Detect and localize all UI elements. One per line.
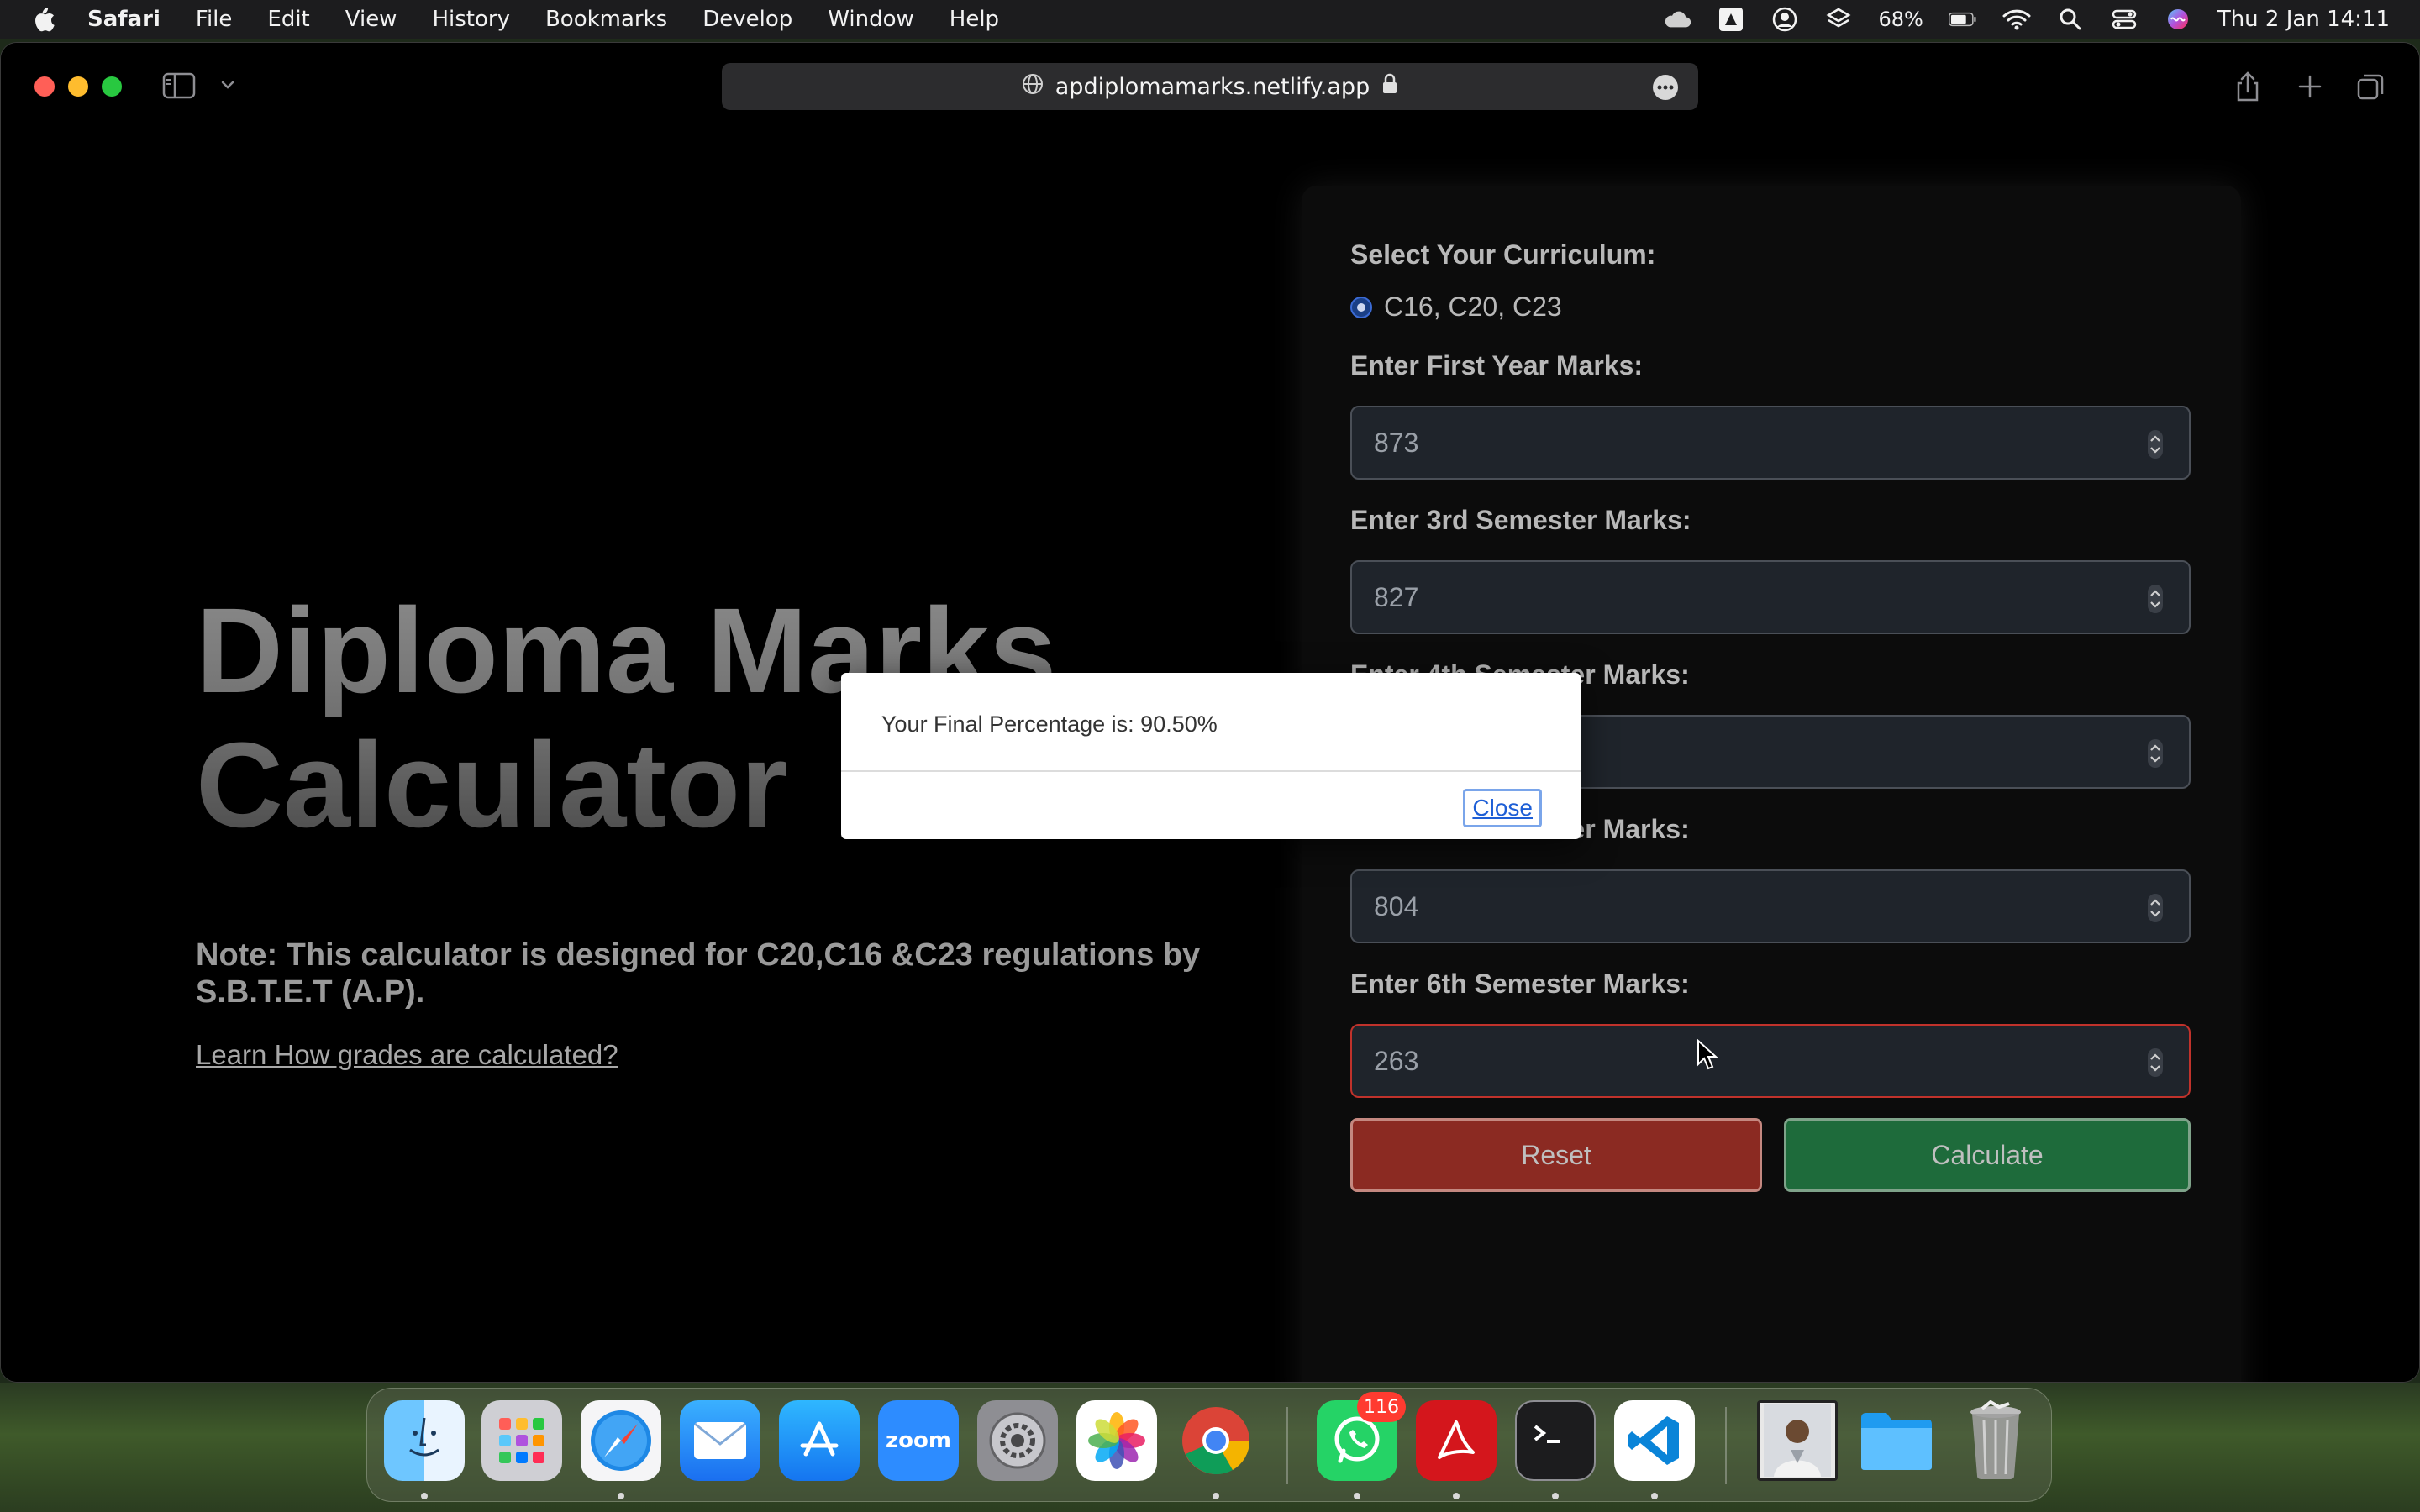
sem5-input[interactable]: 804 [1350,869,2191,943]
running-indicator [1354,1493,1360,1499]
first-year-input[interactable]: 873 [1350,406,2191,480]
safari-icon[interactable] [581,1400,661,1481]
regulation-note: Note: This calculator is designed for C2… [196,937,1201,1010]
app-store-icon[interactable] [779,1400,860,1481]
learn-grades-link[interactable]: Learn How grades are calculated? [196,1039,618,1071]
drive-icon[interactable] [1717,7,1745,32]
zoom-window-button[interactable] [102,76,122,97]
sem6-label: Enter 6th Semester Marks: [1350,969,1690,999]
siri-icon[interactable] [2164,7,2192,32]
sem3-value: 827 [1374,581,1419,612]
calculate-button[interactable]: Calculate [1784,1118,2191,1192]
menu-help[interactable]: Help [950,7,999,32]
running-indicator [1453,1493,1460,1499]
launchpad-icon[interactable] [481,1400,562,1481]
result-dialog: Your Final Percentage is: 90.50% Close [841,673,1581,839]
running-indicator [421,1493,428,1499]
sem3-label: Enter 3rd Semester Marks: [1350,505,1691,535]
safari-window: apdiplomamarks.netlify.app Diploma Marks… [0,42,2420,1383]
chrome-icon[interactable] [1176,1400,1256,1481]
curriculum-option[interactable]: C16, C20, C23 [1350,291,1562,323]
menu-bookmarks[interactable]: Bookmarks [545,7,667,32]
spotlight-search-icon[interactable] [2056,7,2085,32]
minimize-window-button[interactable] [68,76,88,97]
battery-percent: 68% [1878,8,1923,31]
running-indicator [1651,1493,1658,1499]
layers-icon[interactable] [1824,7,1853,32]
sem5-value: 804 [1374,890,1419,921]
curriculum-radio[interactable] [1350,296,1372,318]
stepper-icon[interactable] [2147,893,2164,923]
mail-icon[interactable] [680,1400,760,1481]
sem3-input[interactable]: 827 [1350,560,2191,634]
zoom-label: zoom [886,1428,951,1453]
mouse-cursor-icon [1697,1039,1718,1070]
menu-edit[interactable]: Edit [267,7,309,32]
zoom-icon[interactable]: zoom [878,1400,959,1481]
wifi-icon[interactable] [2002,7,2031,32]
menu-window[interactable]: Window [828,7,914,32]
dock-divider [1286,1407,1288,1484]
share-icon[interactable] [2231,70,2265,103]
first-year-label: Enter First Year Marks: [1350,350,1644,381]
terminal-icon[interactable] [1515,1400,1596,1481]
address-bar[interactable]: apdiplomamarks.netlify.app [722,63,1698,110]
menu-bar: Safari File Edit View History Bookmarks … [0,0,2420,39]
battery-icon[interactable] [1948,7,1977,32]
finder-icon[interactable] [384,1400,465,1481]
acrobat-icon[interactable] [1416,1400,1497,1481]
system-settings-icon[interactable] [977,1400,1058,1481]
trash-icon[interactable] [1955,1400,2036,1481]
folder-icon[interactable] [1856,1400,1937,1481]
sem6-value: 263 [1374,1045,1419,1076]
control-center-icon[interactable] [2110,7,2139,32]
curriculum-label: Select Your Curriculum: [1350,239,1656,270]
url-text[interactable]: apdiplomamarks.netlify.app [1055,74,1370,100]
whatsapp-icon[interactable]: 116 [1317,1392,1406,1481]
result-message: Your Final Percentage is: 90.50% [881,711,1218,737]
dialog-close-button[interactable]: Close [1463,789,1542,827]
globe-icon [1022,73,1044,101]
stepper-icon[interactable] [2147,584,2164,614]
icloud-icon[interactable] [1663,7,1691,32]
lock-icon [1381,73,1398,101]
dialog-divider [841,770,1581,772]
page-menu-icon[interactable] [1653,75,1678,100]
stepper-icon[interactable] [2147,429,2164,459]
stepper-icon[interactable] [2147,1047,2164,1078]
running-indicator [1213,1493,1219,1499]
menu-history[interactable]: History [432,7,510,32]
status-area: 68% Thu 2 Jan 14:11 [1663,0,2390,39]
menu-view[interactable]: View [345,7,397,32]
user-account-icon[interactable] [1770,7,1799,32]
reset-button[interactable]: Reset [1350,1118,1762,1192]
photos-icon[interactable] [1076,1400,1157,1481]
apple-menu-icon[interactable] [30,4,57,34]
first-year-value: 873 [1374,427,1419,458]
dock-divider [1725,1407,1727,1484]
menu-clock[interactable]: Thu 2 Jan 14:11 [2217,7,2390,32]
tab-overview-icon[interactable] [2354,70,2387,103]
chevron-down-icon[interactable] [218,75,238,95]
menu-app-name[interactable]: Safari [87,7,160,32]
sem6-input[interactable]: 263 [1350,1024,2191,1098]
vscode-icon[interactable] [1614,1400,1695,1481]
menu-file[interactable]: File [196,7,233,32]
whatsapp-badge: 116 [1357,1392,1406,1422]
new-tab-icon[interactable] [2293,70,2327,103]
browser-toolbar: apdiplomamarks.netlify.app [1,43,2419,130]
photo-thumbnail-icon[interactable] [1757,1400,1838,1481]
curriculum-option-label[interactable]: C16, C20, C23 [1384,291,1562,323]
running-indicator [1552,1493,1559,1499]
dock: zoom 116 [366,1388,2052,1502]
sidebar-toggle-icon[interactable] [162,71,196,100]
close-window-button[interactable] [34,76,55,97]
running-indicator [618,1493,624,1499]
stepper-icon[interactable] [2147,738,2164,769]
menu-develop[interactable]: Develop [702,7,792,32]
